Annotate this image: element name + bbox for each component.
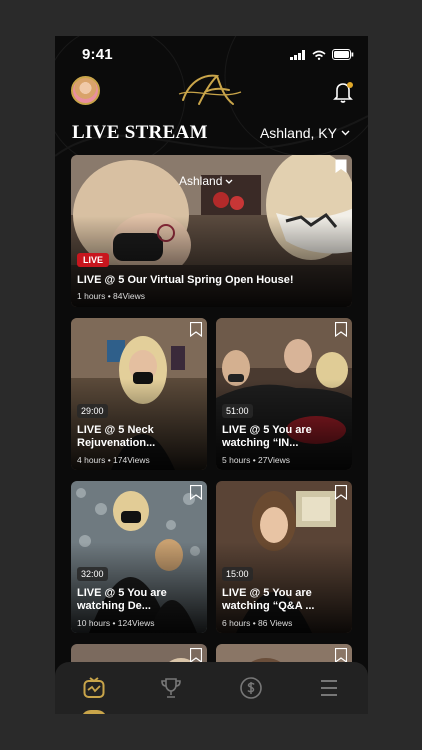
- dollar-icon[interactable]: [239, 676, 263, 700]
- video-card[interactable]: 29:00 LIVE @ 5 Neck Rejuvenation... 4 ho…: [71, 318, 207, 470]
- featured-location-label: Ashland: [179, 174, 223, 188]
- location-selector[interactable]: Ashland, KY: [260, 125, 350, 141]
- chevron-down-icon: [341, 130, 350, 136]
- page-title: LIVE STREAM: [72, 122, 208, 143]
- brand-logo: [178, 74, 242, 105]
- featured-title: LIVE @ 5 Our Virtual Spring Open House!: [77, 274, 294, 286]
- video-title-line: LIVE @ 5 You are: [77, 587, 167, 599]
- bookmark-icon[interactable]: [190, 485, 202, 500]
- battery-icon: [332, 49, 354, 60]
- status-bar: 9:41: [55, 36, 368, 72]
- video-card[interactable]: 32:00 LIVE @ 5 You are watching De... 10…: [71, 481, 207, 633]
- duration-badge: 29:00: [77, 404, 108, 418]
- video-title-line: LIVE @ 5 Neck: [77, 424, 154, 436]
- bottom-tab-bar: [55, 662, 368, 714]
- bookmark-icon[interactable]: [190, 648, 202, 663]
- video-title-line: LIVE @ 5 You are: [222, 424, 312, 436]
- video-title: LIVE @ 5 Neck Rejuvenation...: [77, 424, 155, 450]
- bookmark-icon[interactable]: [190, 322, 202, 337]
- profile-avatar[interactable]: [71, 76, 100, 105]
- video-title-line: watching De...: [77, 600, 151, 612]
- video-meta: 6 hours • 86 Views: [222, 618, 293, 628]
- chevron-down-icon: [225, 179, 233, 184]
- video-title: LIVE @ 5 You are watching “IN...: [222, 424, 312, 450]
- bookmark-icon[interactable]: [335, 485, 347, 500]
- device-frame: 9:41 LIVE STREAM Ashland, KY Ashland LIV…: [0, 0, 422, 750]
- bookmark-icon[interactable]: [335, 322, 347, 337]
- video-card[interactable]: 15:00 LIVE @ 5 You are watching “Q&A ...…: [216, 481, 352, 633]
- video-title-line: watching “IN...: [222, 437, 299, 449]
- bookmark-icon[interactable]: [335, 159, 347, 174]
- status-icons: [290, 49, 354, 60]
- location-label: Ashland, KY: [259, 125, 337, 141]
- menu-icon[interactable]: [317, 676, 341, 700]
- video-title: LIVE @ 5 You are watching “Q&A ...: [222, 587, 315, 613]
- app-screen: 9:41 LIVE STREAM Ashland, KY Ashland LIV…: [55, 36, 368, 714]
- featured-location: Ashland: [179, 174, 233, 188]
- video-title: LIVE @ 5 You are watching De...: [77, 587, 167, 613]
- trophy-icon[interactable]: [159, 676, 183, 700]
- duration-badge: 15:00: [222, 567, 253, 581]
- live-tv-icon[interactable]: [82, 676, 106, 700]
- video-title-line: watching “Q&A ...: [222, 600, 315, 612]
- bookmark-icon[interactable]: [335, 648, 347, 663]
- notification-bell-icon[interactable]: [332, 80, 354, 104]
- video-title-line: Rejuvenation...: [77, 437, 156, 449]
- wifi-icon: [312, 50, 326, 60]
- video-meta: 10 hours • 124Views: [77, 618, 155, 628]
- duration-badge: 51:00: [222, 404, 253, 418]
- video-meta: 4 hours • 174Views: [77, 455, 150, 465]
- signal-icon: [290, 49, 305, 60]
- duration-badge: 32:00: [77, 567, 108, 581]
- video-card[interactable]: 51:00 LIVE @ 5 You are watching “IN... 5…: [216, 318, 352, 470]
- live-badge: LIVE: [77, 253, 110, 267]
- featured-meta: 1 hours • 84Views: [77, 291, 146, 301]
- video-meta: 5 hours • 27Views: [222, 455, 291, 465]
- video-title-line: LIVE @ 5 You are: [222, 587, 312, 599]
- featured-live-card[interactable]: Ashland LIVE LIVE @ 5 Our Virtual Spring…: [71, 155, 352, 307]
- active-tab-indicator: [81, 710, 107, 714]
- status-time: 9:41: [82, 46, 113, 63]
